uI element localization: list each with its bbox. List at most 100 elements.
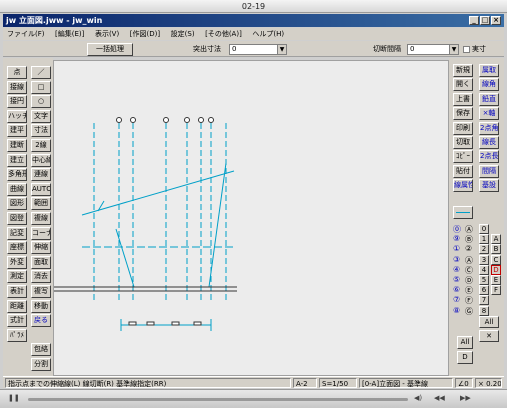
seek-bar[interactable] bbox=[28, 398, 408, 401]
left-tool-button[interactable]: 曲線 bbox=[7, 182, 27, 196]
fast-forward-icon[interactable]: ▶▶ bbox=[460, 394, 471, 402]
left-tool-button[interactable]: 複線 bbox=[31, 212, 51, 225]
menu-file[interactable]: ファイル(F) bbox=[7, 30, 45, 38]
right-tool-button[interactable]: 基設 bbox=[479, 179, 499, 193]
status-zoom[interactable]: × 0.20 bbox=[475, 378, 502, 388]
right-tool-button[interactable]: 保存 bbox=[453, 107, 473, 121]
layer-all-button[interactable]: All bbox=[479, 316, 499, 328]
left-tool-button[interactable]: 図登 bbox=[7, 212, 27, 225]
volume-icon[interactable]: ◀) bbox=[414, 394, 422, 402]
left-tool-button[interactable]: 2線 bbox=[31, 139, 51, 152]
left-tool-button[interactable]: コーナー bbox=[31, 226, 51, 240]
left-tool-button[interactable]: 寸法 bbox=[31, 124, 51, 138]
left-tool-button[interactable]: 伸縮 bbox=[31, 241, 51, 255]
rewind-icon[interactable]: ◀◀ bbox=[434, 394, 445, 402]
layer-group-toggle[interactable]: ⑨ bbox=[453, 234, 460, 243]
layer-clear-button[interactable]: ✕ bbox=[479, 330, 499, 342]
right-tool-button[interactable]: 印刷 bbox=[453, 121, 473, 135]
layer-letter-button[interactable]: F bbox=[491, 285, 501, 296]
right-tool-button[interactable]: 鉛直 bbox=[479, 92, 499, 106]
left-tool-button[interactable]: 点 bbox=[7, 66, 27, 79]
layer-number-button[interactable]: 7 bbox=[479, 295, 489, 306]
batch-process-button[interactable]: 一括処理 bbox=[87, 43, 133, 56]
left-tool-button[interactable]: 移動 bbox=[31, 299, 51, 313]
layer-letter-button[interactable]: D bbox=[491, 264, 501, 275]
layer-group-toggle[interactable]: ① bbox=[453, 244, 460, 253]
layer-group-all-button[interactable]: All bbox=[457, 336, 473, 349]
layer-d-button[interactable]: D bbox=[457, 351, 473, 364]
line-type-button[interactable] bbox=[453, 206, 473, 219]
status-angle[interactable]: ∠0 bbox=[455, 378, 473, 388]
left-tool-button[interactable]: 測定 bbox=[7, 270, 27, 284]
layer-number-button[interactable]: 8 bbox=[479, 305, 489, 316]
left-tool-button[interactable]: 建平 bbox=[7, 124, 27, 138]
protrude-select[interactable]: 0 ▼ bbox=[229, 44, 287, 55]
left-tool-button[interactable]: 戻る bbox=[31, 314, 51, 328]
right-tool-button[interactable]: ｺﾋﾟｰ bbox=[453, 150, 473, 164]
cut-interval-select[interactable]: 0 ▼ bbox=[407, 44, 459, 55]
layer-number-button[interactable]: 1 bbox=[479, 234, 489, 245]
status-scale[interactable]: S=1/50 bbox=[319, 378, 357, 388]
layer-group-toggle[interactable]: ⑧ bbox=[453, 306, 460, 315]
layer-group-toggle[interactable]: ④ bbox=[453, 265, 460, 274]
left-tool-button[interactable]: □ bbox=[31, 80, 51, 94]
left-tool-button[interactable]: 文字 bbox=[31, 109, 51, 123]
layer-letter-button[interactable]: C bbox=[491, 254, 501, 265]
layer-group-toggle[interactable]: ⑥ bbox=[453, 285, 460, 294]
right-tool-button[interactable]: 属取 bbox=[479, 64, 499, 77]
pause-icon[interactable]: ❚❚ bbox=[8, 394, 20, 402]
left-tool-button[interactable]: 複写 bbox=[31, 285, 51, 298]
layer-toggle[interactable]: ② bbox=[465, 244, 472, 253]
right-tool-button[interactable]: 貼付 bbox=[453, 164, 473, 178]
left-tool-button[interactable]: 範囲 bbox=[31, 197, 51, 211]
left-tool-button[interactable]: 接円 bbox=[7, 95, 27, 109]
right-tool-button[interactable]: 開く bbox=[453, 78, 473, 92]
minimize-button[interactable]: _ bbox=[469, 16, 479, 25]
status-layer[interactable]: [0-A]立面図 - 基準線 bbox=[359, 378, 453, 388]
right-tool-button[interactable]: ×軸 bbox=[479, 107, 499, 121]
left-tool-button[interactable]: 分割 bbox=[31, 358, 51, 371]
menu-edit[interactable]: [編集(E)] bbox=[55, 30, 84, 38]
left-tool-button[interactable]: 建断 bbox=[7, 139, 27, 152]
left-tool-button[interactable]: 中心線 bbox=[31, 153, 51, 167]
left-tool-button[interactable]: 消去 bbox=[31, 270, 51, 284]
right-tool-button[interactable]: 切取 bbox=[453, 136, 473, 149]
layer-number-button[interactable]: 2 bbox=[479, 244, 489, 255]
left-tool-button[interactable]: 図形 bbox=[7, 197, 27, 211]
right-tool-button[interactable]: 2点角 bbox=[479, 121, 499, 135]
maximize-button[interactable]: □ bbox=[480, 16, 490, 25]
menu-help[interactable]: ヘルプ(H) bbox=[252, 30, 284, 38]
menu-view[interactable]: 表示(V) bbox=[95, 30, 119, 38]
left-tool-button[interactable]: 建立 bbox=[7, 153, 27, 167]
left-tool-button[interactable]: 面取 bbox=[31, 255, 51, 269]
left-tool-button[interactable]: 多角形 bbox=[7, 168, 27, 182]
left-tool-button[interactable]: 表計 bbox=[7, 285, 27, 298]
layer-group-toggle[interactable]: ⑦ bbox=[453, 295, 460, 304]
chevron-down-icon[interactable]: ▼ bbox=[277, 45, 286, 54]
right-tool-button[interactable]: 間隔 bbox=[479, 164, 499, 178]
left-tool-button[interactable]: 記変 bbox=[7, 226, 27, 240]
menu-draw[interactable]: [作図(D)] bbox=[130, 30, 160, 38]
left-tool-button[interactable]: 接線 bbox=[7, 80, 27, 94]
layer-group-toggle[interactable]: ③ bbox=[453, 255, 460, 264]
left-tool-button[interactable]: 座標 bbox=[7, 241, 27, 255]
layer-letter-button[interactable]: A bbox=[491, 234, 501, 245]
layer-letter-button[interactable]: B bbox=[491, 244, 501, 255]
layer-number-button[interactable]: 5 bbox=[479, 275, 489, 285]
status-paper[interactable]: A-2 bbox=[293, 378, 317, 388]
right-tool-button[interactable]: 上書 bbox=[453, 92, 473, 106]
left-tool-button[interactable]: 式計 bbox=[7, 314, 27, 328]
right-tool-button[interactable]: 線属性 bbox=[453, 179, 473, 193]
left-tool-button[interactable]: 外変 bbox=[7, 255, 27, 269]
right-tool-button[interactable]: 線長 bbox=[479, 136, 499, 149]
layer-number-button[interactable]: 3 bbox=[479, 254, 489, 265]
left-tool-button[interactable]: ﾊﾟﾗﾒ bbox=[7, 328, 27, 342]
layer-group-toggle[interactable]: ⑤ bbox=[453, 275, 460, 284]
chevron-down-icon[interactable]: ▼ bbox=[449, 45, 458, 54]
layer-number-button[interactable]: 6 bbox=[479, 285, 489, 296]
close-button[interactable]: × bbox=[491, 16, 501, 25]
actual-size-checkbox[interactable] bbox=[463, 46, 470, 53]
left-tool-button[interactable]: 包絡 bbox=[31, 343, 51, 357]
right-tool-button[interactable]: 2点長 bbox=[479, 150, 499, 164]
layer-letter-button[interactable]: E bbox=[491, 275, 501, 285]
